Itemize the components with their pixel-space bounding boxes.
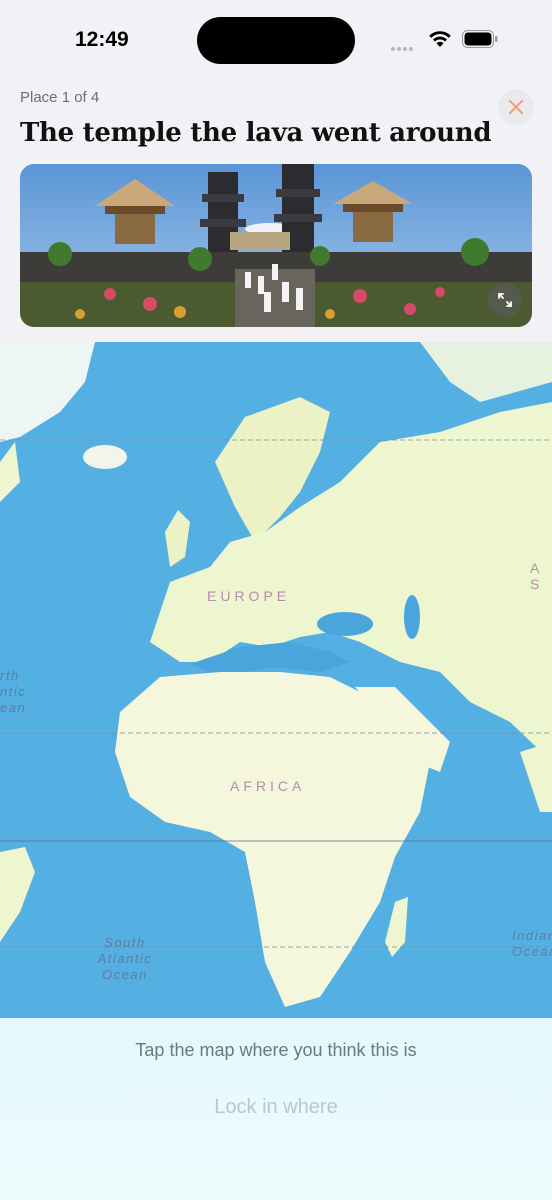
place-header: Place 1 of 4 The temple the lava went ar… (0, 82, 552, 342)
label-south-atlantic: South Atlantic Ocean (94, 935, 156, 983)
world-map[interactable]: EUROPE AFRICA A S rth ntic ean South Atl… (0, 342, 552, 1018)
temple-image (20, 164, 532, 327)
ocean-label-line: South (104, 935, 146, 950)
label-indian-ocean: Indian Ocean (512, 928, 552, 960)
status-bar: 12:49 (0, 0, 552, 82)
label-africa: AFRICA (230, 778, 306, 794)
place-photo[interactable] (20, 164, 532, 327)
label-europe: EUROPE (207, 588, 291, 604)
ocean-label-line: rth (0, 668, 20, 683)
ocean-label-line: ean (0, 700, 27, 715)
ocean-label-line: Ocean (102, 967, 148, 982)
label-north-atlantic: rth ntic ean (0, 668, 26, 716)
map-graphic (0, 342, 552, 1018)
close-button[interactable] (498, 89, 534, 125)
place-title: The temple the lava went around (20, 118, 492, 148)
place-counter: Place 1 of 4 (20, 89, 100, 106)
wifi-icon (429, 31, 451, 47)
lock-in-button[interactable]: Lock in where (150, 1086, 402, 1128)
label-asia: A S (530, 560, 544, 592)
status-time: 12:49 (75, 28, 129, 51)
battery-icon (462, 30, 498, 48)
dynamic-island (197, 17, 355, 64)
ocean-label-line: Ocean (512, 944, 552, 959)
expand-photo-button[interactable] (488, 283, 522, 317)
ocean-label-line: Indian (512, 928, 552, 943)
ocean-label-line: ntic (0, 684, 27, 699)
cellular-signal-icon (391, 38, 415, 56)
guess-panel: Tap the map where you think this is Lock… (0, 1018, 552, 1200)
close-icon (509, 100, 523, 114)
expand-icon (498, 293, 512, 307)
ocean-label-line: Atlantic (97, 951, 153, 966)
map-instruction: Tap the map where you think this is (135, 1040, 417, 1060)
